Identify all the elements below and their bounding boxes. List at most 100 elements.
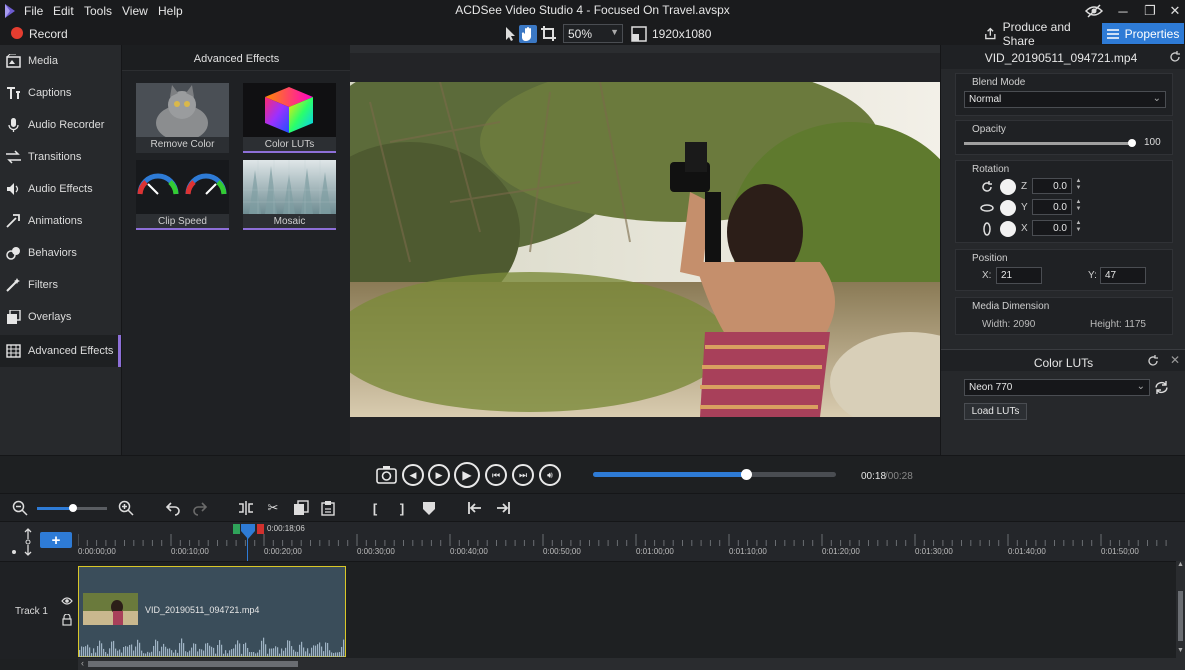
vertical-scrollbar[interactable]: ▲ ▼: [1176, 561, 1185, 658]
rotate-x-icon: [983, 222, 991, 236]
rotation-z-input[interactable]: 0.0: [1032, 178, 1072, 194]
refresh-icon[interactable]: [1154, 380, 1169, 395]
paste-icon[interactable]: [320, 500, 336, 516]
effect-clip-speed[interactable]: Clip Speed: [136, 160, 229, 230]
sidebar-item-overlays[interactable]: Overlays: [0, 301, 121, 333]
effect-color-luts[interactable]: Color LUTs: [243, 83, 336, 153]
restore-icon[interactable]: ❐: [1139, 2, 1161, 20]
rotation-x-input[interactable]: 0.0: [1032, 220, 1072, 236]
clip-speed-thumbnail: [136, 160, 229, 214]
zoom-select[interactable]: 50% ▼: [563, 24, 623, 43]
mark-in-icon[interactable]: [: [367, 500, 383, 516]
minimize-icon[interactable]: ─: [1112, 2, 1134, 20]
zoom-out-icon[interactable]: [12, 500, 28, 516]
sidebar-item-audio-recorder[interactable]: Audio Recorder: [0, 109, 121, 141]
timeline-zoom-knob[interactable]: [69, 504, 77, 512]
sidebar-item-transitions[interactable]: Transitions: [0, 141, 121, 173]
record-icon[interactable]: [11, 27, 23, 39]
effect-mosaic[interactable]: Mosaic: [243, 160, 336, 230]
split-icon[interactable]: [238, 500, 254, 516]
close-icon[interactable]: ✕: [1164, 2, 1185, 20]
undo-icon[interactable]: [165, 500, 181, 516]
horizontal-scroll-thumb[interactable]: [88, 661, 298, 667]
sidebar-item-audio-effects[interactable]: Audio Effects: [0, 173, 121, 205]
go-to-start-icon[interactable]: [467, 500, 483, 516]
video-clip[interactable]: VID_20190511_094721.mp4: [78, 566, 346, 657]
scroll-up-icon[interactable]: ▲: [1177, 561, 1184, 568]
position-x-input[interactable]: 21: [996, 267, 1042, 284]
out-marker[interactable]: [257, 524, 264, 534]
rotation-y-input[interactable]: 0.0: [1032, 199, 1072, 215]
load-luts-button[interactable]: Load LUTs: [964, 403, 1027, 420]
lut-select[interactable]: Neon 770 ⌄: [964, 379, 1150, 396]
rotate-x-knob[interactable]: [1000, 221, 1016, 237]
playback-scrubber-knob[interactable]: [741, 469, 753, 480]
waveform-bar: [141, 650, 143, 657]
redo-icon[interactable]: [192, 500, 208, 516]
video-preview[interactable]: [350, 82, 940, 417]
close-icon[interactable]: ✕: [1170, 353, 1180, 367]
sidebar-item-animations[interactable]: Animations: [0, 205, 121, 237]
effect-remove-color[interactable]: Remove Color: [136, 83, 229, 153]
rotate-z-knob[interactable]: [1000, 179, 1016, 195]
copy-icon[interactable]: [293, 500, 309, 516]
opacity-slider-knob[interactable]: [1128, 139, 1136, 147]
reset-icon[interactable]: [1169, 51, 1181, 63]
scroll-down-icon[interactable]: ▼: [1177, 647, 1184, 654]
snapshot-camera-icon[interactable]: [376, 465, 397, 484]
skip-to-start-button[interactable]: ⏮: [485, 464, 507, 486]
sidebar-item-behaviors[interactable]: Behaviors: [0, 237, 121, 269]
properties-button[interactable]: Properties: [1102, 23, 1184, 44]
waveform-bar: [231, 649, 233, 657]
waveform-bar: [115, 648, 117, 657]
horizontal-scrollbar[interactable]: ‹: [78, 658, 1185, 670]
lock-icon[interactable]: [62, 614, 72, 626]
sidebar-item-filters[interactable]: Filters: [0, 269, 121, 301]
rotation-x-spinner[interactable]: ▲ ▼: [1074, 220, 1083, 234]
add-marker-icon[interactable]: [421, 500, 437, 516]
play-button[interactable]: ▶: [454, 462, 480, 488]
previous-frame-button[interactable]: ◀: [402, 464, 424, 486]
waveform-bar: [273, 648, 275, 657]
ruler-tick-label: 0:00:50;00: [543, 547, 581, 556]
opacity-slider[interactable]: [964, 139, 1136, 147]
waveform-bar: [217, 644, 219, 657]
mark-out-icon[interactable]: ]: [394, 500, 410, 516]
vertical-scroll-thumb[interactable]: [1178, 591, 1183, 641]
waveform-bar: [291, 646, 293, 657]
crop-icon[interactable]: [540, 25, 558, 43]
playhead-handle[interactable]: [240, 523, 256, 540]
go-to-end-icon[interactable]: [495, 500, 511, 516]
timeline-zoom-slider[interactable]: [37, 504, 107, 512]
aspect-ratio-icon[interactable]: [630, 25, 648, 43]
blend-mode-select[interactable]: Normal ⌄: [964, 91, 1166, 108]
hand-tool-icon[interactable]: [519, 25, 537, 43]
playback-scrubber[interactable]: [593, 469, 836, 480]
position-y-input[interactable]: 47: [1100, 267, 1146, 284]
add-track-button[interactable]: +: [40, 532, 72, 549]
zoom-in-icon[interactable]: [118, 500, 134, 516]
cut-icon[interactable]: ✂: [265, 500, 281, 516]
sidebar-item-media[interactable]: Media: [0, 45, 121, 77]
select-pointer-icon[interactable]: [501, 25, 519, 43]
in-marker[interactable]: [233, 524, 240, 534]
waveform-bar: [249, 652, 251, 657]
produce-and-share-button[interactable]: Produce and Share: [984, 20, 1096, 48]
waveform-bar: [325, 642, 327, 657]
audio-waveform: [79, 637, 345, 657]
reset-icon[interactable]: [1147, 355, 1159, 367]
track-height-icon[interactable]: [21, 528, 35, 556]
waveform-bar: [169, 648, 171, 657]
record-button[interactable]: Record: [29, 27, 68, 41]
eye-icon[interactable]: [61, 596, 73, 606]
rotation-y-spinner[interactable]: ▲ ▼: [1074, 199, 1083, 213]
sidebar-item-advanced-effects[interactable]: Advanced Effects: [0, 335, 121, 367]
skip-to-end-button[interactable]: ⏭: [512, 464, 534, 486]
sidebar-item-captions[interactable]: Captions: [0, 77, 121, 109]
next-frame-button[interactable]: ▶: [428, 464, 450, 486]
scroll-left-icon[interactable]: ‹: [81, 658, 84, 668]
rotation-z-spinner[interactable]: ▲ ▼: [1074, 178, 1083, 192]
visibility-off-icon[interactable]: [1085, 3, 1103, 19]
volume-button[interactable]: 🔊︎: [539, 464, 561, 486]
rotate-y-knob[interactable]: [1000, 200, 1016, 216]
